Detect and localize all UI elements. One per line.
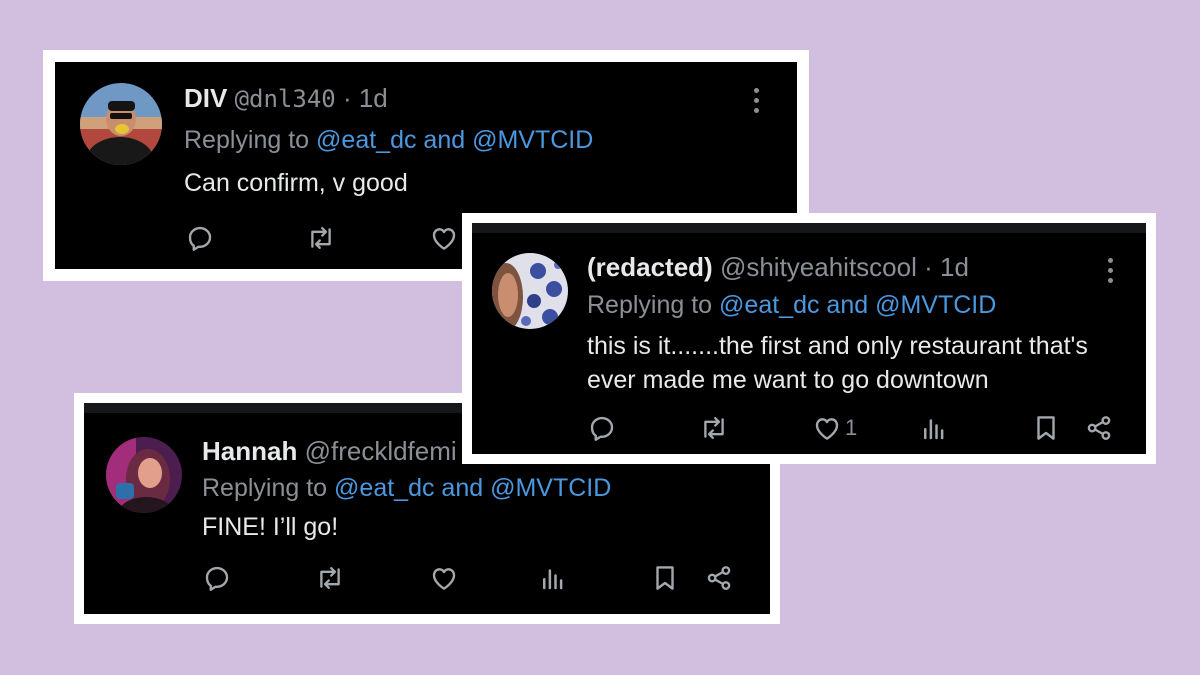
display-name[interactable]: DIV	[184, 83, 227, 113]
replying-to: Replying to @eat_dc and @MVTCID	[202, 473, 611, 503]
post-header: (redacted) @shityeahitscool · 1d	[587, 252, 969, 282]
bookmark-button[interactable]	[1031, 413, 1061, 443]
reply-icon	[205, 566, 229, 591]
replying-prefix: Replying to	[202, 474, 328, 502]
like-button[interactable]	[429, 223, 459, 253]
more-options-icon[interactable]	[1104, 258, 1116, 283]
post-text: Can confirm, v good	[184, 169, 408, 197]
share-button[interactable]	[1084, 413, 1114, 443]
post-time[interactable]: · 1d	[343, 83, 388, 113]
like-count: 1	[845, 415, 858, 440]
share-button[interactable]	[704, 563, 734, 593]
avatar[interactable]	[106, 437, 182, 513]
replying-to: Replying to @eat_dc and @MVTCID	[184, 125, 593, 155]
divider	[472, 223, 1146, 233]
repost-button[interactable]	[698, 413, 730, 443]
views-icon	[924, 419, 944, 440]
like-icon	[432, 228, 456, 250]
replying-mentions[interactable]: @eat_dc and @MVTCID	[316, 126, 593, 154]
reply-button[interactable]	[202, 563, 232, 593]
like-button[interactable]: 1	[812, 413, 857, 443]
share-icon	[707, 566, 731, 590]
replying-prefix: Replying to	[184, 126, 310, 154]
share-icon	[1087, 416, 1111, 440]
avatar[interactable]	[80, 83, 162, 165]
views-button[interactable]	[919, 413, 949, 443]
repost-button[interactable]	[305, 223, 337, 253]
repost-button[interactable]	[314, 563, 346, 593]
avatar[interactable]	[492, 253, 568, 329]
display-name[interactable]: Hannah	[202, 436, 297, 466]
more-options-icon[interactable]	[750, 88, 762, 113]
repost-icon	[704, 416, 724, 440]
post-header: Hannah @freckldfemi	[202, 436, 457, 466]
post-header: DIV @dnl340 · 1d	[184, 83, 388, 114]
repost-icon	[311, 226, 331, 250]
bookmark-button[interactable]	[650, 563, 680, 593]
bookmark-icon	[656, 566, 674, 590]
replying-to: Replying to @eat_dc and @MVTCID	[587, 290, 996, 320]
post-text: FINE! I’ll go!	[202, 513, 339, 541]
views-button[interactable]	[538, 563, 568, 593]
replying-mentions[interactable]: @eat_dc and @MVTCID	[719, 291, 996, 319]
reply-icon	[590, 416, 614, 441]
repost-icon	[320, 566, 340, 590]
like-icon	[815, 418, 839, 440]
replying-prefix: Replying to	[587, 291, 713, 319]
replying-mentions[interactable]: @eat_dc and @MVTCID	[334, 474, 611, 502]
post-time[interactable]: · 1d	[924, 252, 969, 282]
reply-icon	[188, 226, 212, 251]
like-icon	[432, 568, 456, 590]
reply-button[interactable]	[185, 223, 215, 253]
handle[interactable]: @freckldfemi	[305, 436, 457, 466]
display-name[interactable]: (redacted)	[587, 252, 713, 282]
views-icon	[543, 569, 563, 590]
handle[interactable]: @dnl340	[235, 85, 336, 113]
post-card-redacted[interactable]: (redacted) @shityeahitscool · 1d Replyin…	[472, 223, 1146, 454]
reply-button[interactable]	[587, 413, 617, 443]
like-button[interactable]	[429, 563, 459, 593]
handle[interactable]: @shityeahitscool	[720, 252, 917, 282]
bookmark-icon	[1037, 416, 1055, 440]
post-text: this is it.......the first and only rest…	[587, 332, 1088, 394]
